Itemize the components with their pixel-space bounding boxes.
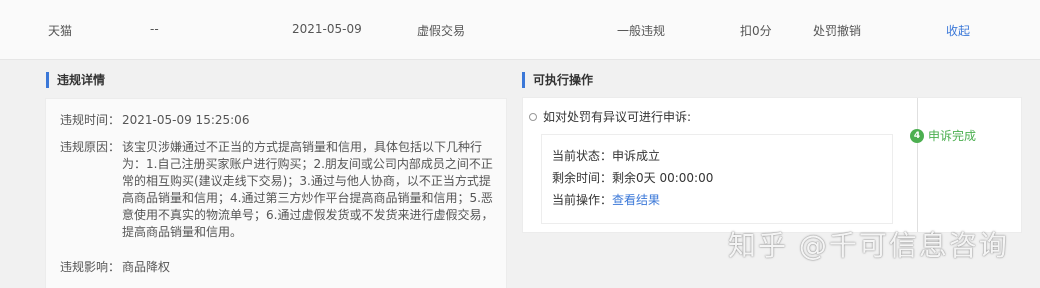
actions-title: 可执行操作 [522,72,593,88]
current-operation-label: 当前操作： [552,193,613,207]
reason-label: 违规原因： [60,140,121,154]
level-cell: 一般违规 [617,24,666,38]
reason-row: 违规原因： 该宝贝涉嫌通过不正当的方式提高销量和信用，具体包括以下几种行为：1.自… [60,139,502,241]
step-appeal-complete: 4 申诉完成 [910,127,976,144]
actions-panel: 如对处罚有异议可进行申诉: 当前状态：申诉成立 剩余时间：剩余0天 00:00:… [522,97,1022,233]
remaining-time-label: 剩余时间： [552,171,613,185]
collapse-link[interactable]: 收起 [946,22,970,39]
step-number-icon: 4 [910,128,924,143]
progress-timeline [917,98,918,232]
step-label: 申诉完成 [928,129,977,143]
reason-value: 该宝贝涉嫌通过不正当的方式提高销量和信用，具体包括以下几种行为：1.自己注册买家… [122,140,494,239]
impact-label: 违规影响： [60,260,121,274]
current-status-value: 申诉成立 [612,149,661,163]
remaining-time-value: 剩余0天 00:00:00 [612,171,714,185]
details-title: 违规详情 [46,72,105,88]
appeal-status-box: 当前状态：申诉成立 剩余时间：剩余0天 00:00:00 当前操作：查看结果 [541,134,893,224]
status-cell: 处罚撤销 [813,24,862,38]
zhihu-watermark: 知乎 @千可信息咨询 [728,229,1009,262]
time-label: 违规时间： [60,113,121,127]
details-panel: 违规时间： 2021-05-09 15:25:06 违规原因： 该宝贝涉嫌通过不正当… [45,98,507,288]
type-cell: 虚假交易 [417,24,466,38]
impact-row: 违规影响： 商品降权 [60,259,170,276]
appeal-prompt-row: 如对处罚有异议可进行申诉: [529,108,691,125]
violation-summary-row: 天猫 -- 2021-05-09 虚假交易 一般违规 扣0分 处罚撤销 收起 [0,0,1040,60]
time-value: 2021-05-09 15:25:06 [122,113,250,127]
remaining-time-row: 剩余时间：剩余0天 00:00:00 [552,169,713,186]
points-cell: 扣0分 [740,24,772,38]
platform-cell: 天猫 [48,24,73,38]
bullet-ring-icon [529,112,537,121]
date-cell: 2021-05-09 [292,22,362,36]
current-status-label: 当前状态： [552,149,613,163]
impact-value: 商品降权 [122,260,171,274]
current-operation-row: 当前操作：查看结果 [552,191,660,208]
appeal-prompt: 如对处罚有异议可进行申诉: [543,110,692,124]
current-status-row: 当前状态：申诉成立 [552,147,660,164]
view-result-link[interactable]: 查看结果 [612,193,660,207]
time-row: 违规时间： 2021-05-09 15:25:06 [60,112,249,129]
dash-cell: -- [150,22,159,36]
